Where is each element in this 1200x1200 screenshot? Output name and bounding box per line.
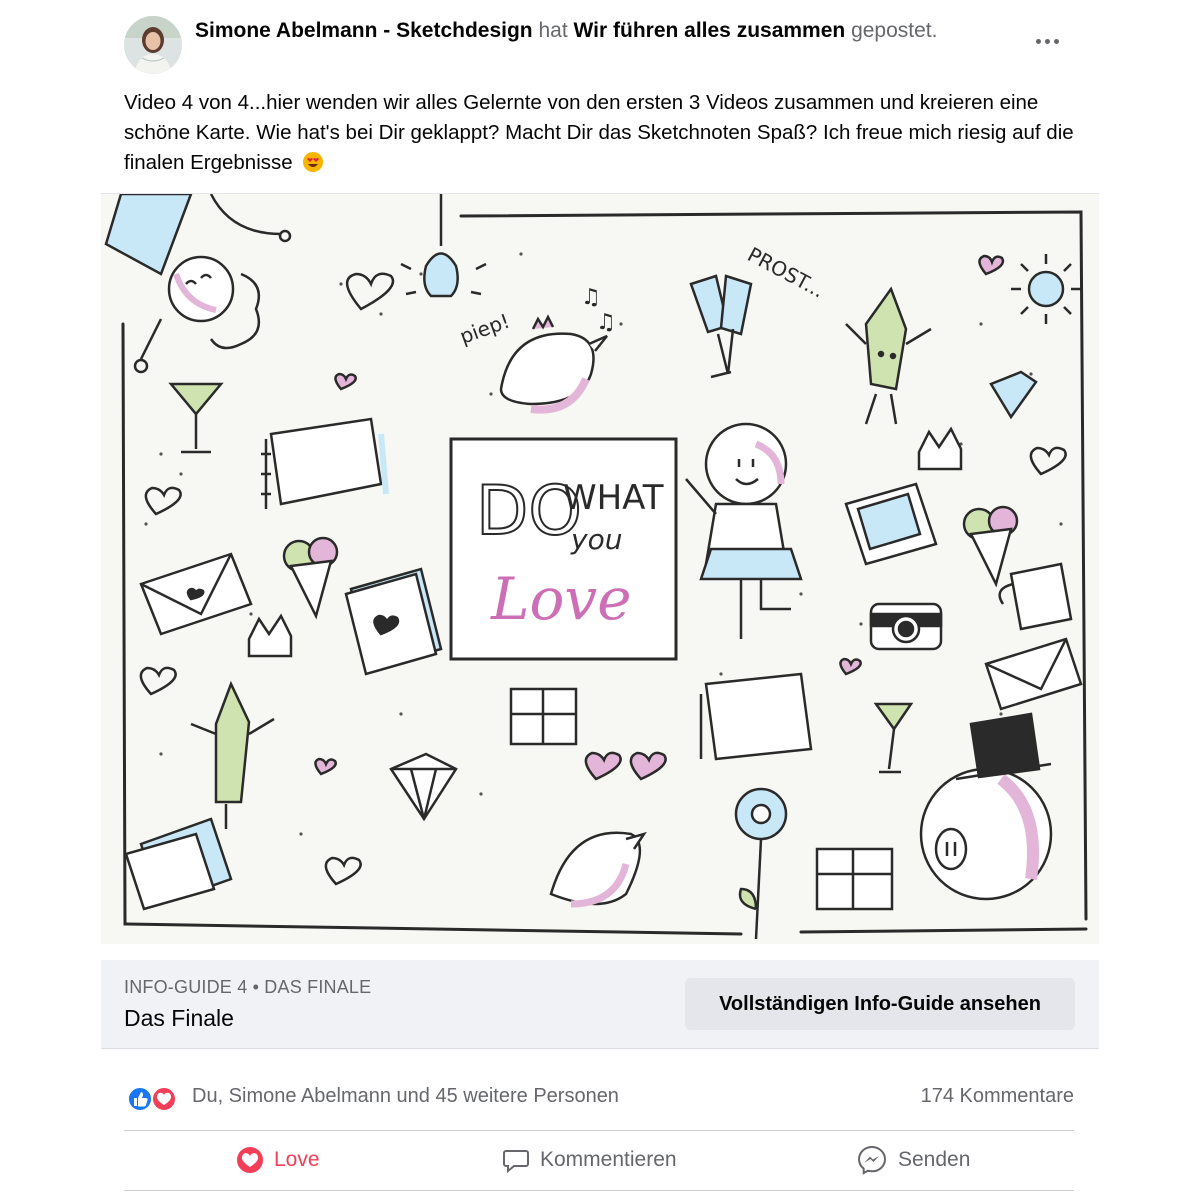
- love-icon: [151, 1086, 177, 1112]
- reaction-icons[interactable]: [126, 1085, 182, 1113]
- reaction-summary[interactable]: Du, Simone Abelmann und 45 weitere Perso…: [192, 1085, 619, 1108]
- divider-top: [124, 1130, 1074, 1131]
- love-button[interactable]: Love: [236, 1140, 320, 1180]
- sign-line2: WHAT: [563, 478, 664, 518]
- piep-label: piep!: [457, 309, 513, 349]
- svg-text:♫: ♫: [581, 285, 601, 310]
- guide-title[interactable]: Das Finale: [124, 1005, 234, 1032]
- post-image[interactable]: piep! ♫ ♫ PROST... DO WHAT you Love: [101, 193, 1099, 944]
- post-header: Simone Abelmann - Sketchdesign hat Wir f…: [195, 18, 937, 44]
- send-label: Senden: [898, 1148, 971, 1171]
- group-name[interactable]: Wir führen alles zusammen: [574, 19, 846, 42]
- like-icon: [127, 1086, 153, 1112]
- sign-line4: Love: [490, 565, 632, 633]
- send-button[interactable]: Senden: [856, 1140, 970, 1180]
- love-label: Love: [274, 1148, 320, 1171]
- post-body: Video 4 von 4...hier wenden wir alles Ge…: [124, 91, 1074, 174]
- prost-label: PROST...: [744, 242, 829, 302]
- author-avatar[interactable]: [124, 16, 182, 74]
- comment-icon: [503, 1150, 529, 1174]
- comment-button[interactable]: Kommentieren: [502, 1140, 677, 1180]
- post-text: Video 4 von 4...hier wenden wir alles Ge…: [124, 88, 1084, 178]
- view-full-guide-button[interactable]: Vollständigen Info-Guide ansehen: [685, 978, 1075, 1030]
- divider-bottom: [124, 1190, 1074, 1191]
- header-connector: hat: [538, 19, 568, 42]
- header-suffix: gepostet.: [851, 19, 938, 42]
- svg-text:♫: ♫: [596, 310, 616, 335]
- guide-kicker: INFO-GUIDE 4 • DAS FINALE: [124, 977, 372, 997]
- messenger-icon: [857, 1145, 887, 1175]
- more-options-icon[interactable]: [1028, 26, 1068, 56]
- reactions-row: Du, Simone Abelmann und 45 weitere Perso…: [124, 1080, 1074, 1116]
- love-reaction-icon: [237, 1147, 263, 1173]
- character-top-left: [104, 194, 292, 374]
- author-name[interactable]: Simone Abelmann - Sketchdesign: [195, 19, 533, 42]
- comment-label: Kommentieren: [540, 1148, 677, 1171]
- sign-line3: you: [570, 523, 622, 556]
- info-guide-bar: INFO-GUIDE 4 • DAS FINALE Das Finale Vol…: [101, 960, 1099, 1049]
- comment-count[interactable]: 174 Kommentare: [921, 1085, 1074, 1108]
- heart-eyes-emoji-icon: [302, 151, 324, 173]
- feed-post: Simone Abelmann - Sketchdesign hat Wir f…: [0, 0, 1200, 1200]
